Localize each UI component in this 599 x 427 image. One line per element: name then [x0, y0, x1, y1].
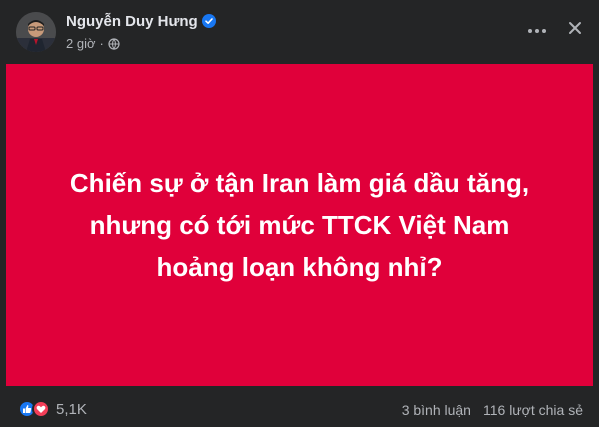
- meta-separator: ·: [99, 36, 104, 51]
- post-text-card[interactable]: Chiến sự ở tận Iran làm giá dầu tăng, nh…: [6, 64, 593, 386]
- post-time[interactable]: 2 giờ: [66, 36, 96, 51]
- more-options-icon: [527, 21, 547, 39]
- post-footer: 5,1K 3 bình luận 116 lượt chia sẻ: [0, 392, 599, 427]
- more-options-button[interactable]: [519, 12, 555, 48]
- verified-badge-icon: [201, 14, 216, 28]
- post-meta: 2 giờ ·: [66, 36, 120, 51]
- close-post-button[interactable]: [557, 12, 593, 48]
- globe-icon: [108, 37, 120, 50]
- author-name[interactable]: Nguyễn Duy Hưng: [66, 13, 216, 30]
- engagement-stats: 3 bình luận 116 lượt chia sẻ: [402, 402, 583, 418]
- comments-count[interactable]: 3 bình luận: [402, 402, 471, 418]
- close-icon: [568, 21, 582, 40]
- post-text-line: hoảng loạn không nhỉ?: [156, 252, 443, 282]
- author-name-text[interactable]: Nguyễn Duy Hưng: [66, 13, 198, 30]
- reactions-summary[interactable]: 5,1K: [18, 400, 87, 418]
- post-card: Nguyễn Duy Hưng 2 giờ · Chiến sự ở tận I…: [0, 0, 599, 427]
- post-text: Chiến sự ở tận Iran làm giá dầu tăng, nh…: [30, 162, 570, 288]
- post-header: Nguyễn Duy Hưng 2 giờ ·: [0, 0, 599, 64]
- shares-count[interactable]: 116 lượt chia sẻ: [483, 402, 583, 418]
- post-text-line: Chiến sự ở tận Iran làm giá dầu tăng,: [69, 168, 530, 198]
- avatar[interactable]: [16, 12, 56, 52]
- reaction-count[interactable]: 5,1K: [56, 401, 87, 418]
- love-reaction-icon: [32, 400, 50, 418]
- post-text-line: nhưng có tới mức TTCK Việt Nam: [89, 210, 510, 240]
